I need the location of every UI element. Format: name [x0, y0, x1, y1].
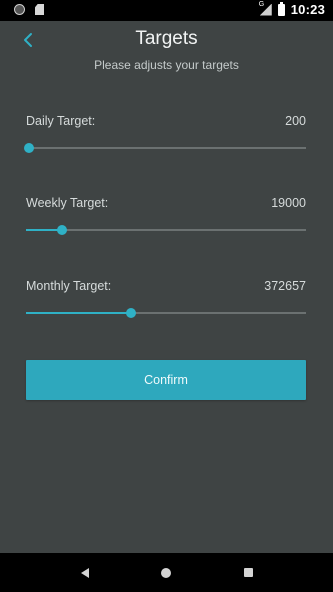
daily-target-label: Daily Target:: [26, 114, 96, 128]
daily-target-value: 200: [285, 114, 306, 128]
back-triangle-icon: [80, 567, 89, 578]
weekly-target-value: 19000: [271, 196, 306, 210]
monthly-target-slider[interactable]: [26, 306, 306, 320]
signal-icon: G: [258, 0, 272, 16]
daily-target-row: Daily Target: 200: [23, 114, 306, 155]
slider-thumb[interactable]: [126, 308, 136, 318]
network-label: G: [258, 0, 265, 8]
slider-fill: [26, 312, 131, 314]
monthly-target-row: Monthly Target: 372657: [26, 279, 306, 319]
page-subtitle: Please adjusts your targets: [94, 58, 239, 72]
nav-recents-button[interactable]: [228, 558, 268, 588]
weekly-target-label: Weekly Target:: [26, 196, 109, 210]
navigation-bar: [0, 553, 333, 592]
home-circle-icon: [161, 567, 172, 578]
daily-target-slider[interactable]: [23, 141, 306, 155]
weekly-target-slider[interactable]: [26, 223, 306, 237]
monthly-target-label: Monthly Target:: [26, 279, 112, 293]
recents-square-icon: [243, 568, 253, 577]
status-time: 10:23: [290, 2, 325, 17]
slider-thumb[interactable]: [57, 225, 68, 235]
notification-circle-icon: [14, 4, 25, 15]
weekly-target-row: Weekly Target: 19000: [26, 196, 306, 236]
monthly-target-value: 372657: [264, 279, 306, 293]
status-left-icons: [14, 4, 44, 15]
sd-card-icon: [35, 4, 44, 15]
nav-back-button[interactable]: [65, 558, 105, 588]
slider-track: [26, 229, 306, 231]
battery-icon: [277, 1, 285, 16]
confirm-button[interactable]: Confirm: [26, 360, 306, 400]
slider-thumb[interactable]: [23, 143, 34, 153]
slider-track: [26, 147, 306, 149]
status-bar: G 10:23: [0, 0, 333, 21]
page-title: Targets: [135, 28, 198, 49]
status-right-icons: G 10:23: [258, 0, 325, 18]
nav-home-button[interactable]: [146, 558, 186, 588]
